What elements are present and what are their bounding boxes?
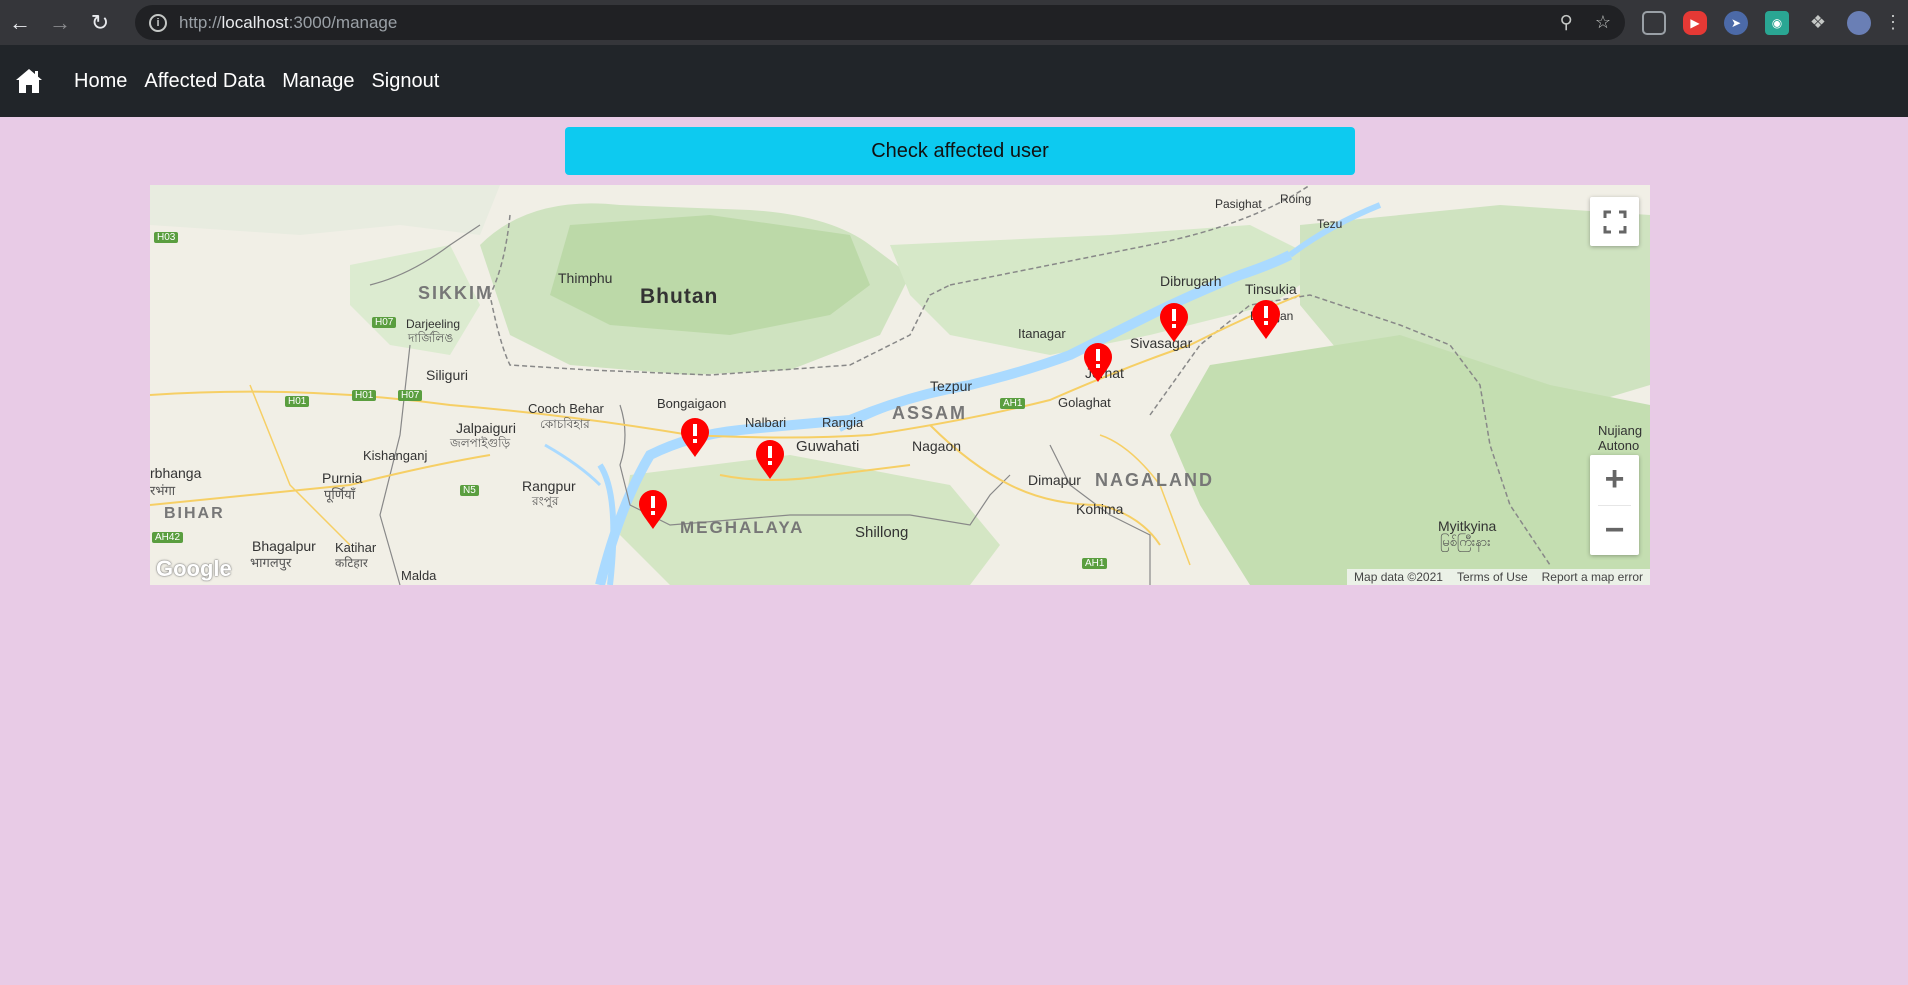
affected-marker[interactable] bbox=[680, 418, 710, 458]
label-golaghat: Golaghat bbox=[1058, 395, 1111, 410]
affected-marker[interactable] bbox=[638, 490, 668, 530]
label-rangia: Rangia bbox=[822, 415, 864, 430]
label-autono: Autono bbox=[1598, 438, 1640, 453]
nav-manage[interactable]: Manage bbox=[282, 70, 354, 93]
label-shillong: Shillong bbox=[855, 524, 909, 541]
label-kishanganj: Kishanganj bbox=[363, 448, 428, 463]
road-shield-n5: N5 bbox=[460, 485, 479, 496]
label-bhagalpur-script: भागलपुर bbox=[250, 555, 292, 570]
road-shield-ah1b: AH1 bbox=[1082, 558, 1108, 569]
google-logo[interactable]: Google bbox=[156, 556, 232, 582]
label-purnia: Purnia bbox=[322, 470, 363, 486]
label-rangpur-script: রংপুর bbox=[532, 494, 559, 508]
label-purnia-script: पूर्णियाँ bbox=[324, 487, 356, 502]
road-shield-ah1a: AH1 bbox=[1000, 398, 1026, 409]
label-cooch-behar: Cooch Behar bbox=[528, 401, 604, 416]
road-shield-h01a: H01 bbox=[285, 396, 310, 407]
zoom-out-button[interactable]: − bbox=[1590, 506, 1639, 555]
label-nalbari: Nalbari bbox=[745, 415, 787, 430]
label-meghalaya: MEGHALAYA bbox=[680, 518, 805, 537]
nav-signout[interactable]: Signout bbox=[371, 70, 439, 93]
label-kohima: Kohima bbox=[1076, 501, 1124, 517]
affected-marker[interactable] bbox=[755, 440, 785, 480]
label-nagaon: Nagaon bbox=[912, 438, 962, 454]
affected-marker[interactable] bbox=[1251, 300, 1281, 340]
label-jalpaiguri: Jalpaiguri bbox=[456, 420, 516, 436]
label-myitkyina: Myitkyina bbox=[1438, 518, 1497, 534]
label-dibrugarh: Dibrugarh bbox=[1160, 273, 1222, 289]
home-logo-icon[interactable] bbox=[0, 45, 58, 117]
label-katihar: Katihar bbox=[335, 540, 377, 555]
label-darjeeling: Darjeeling bbox=[406, 317, 461, 331]
label-thimphu: Thimphu bbox=[558, 270, 613, 286]
puzzle-extension-icon[interactable]: ❖ bbox=[1806, 11, 1830, 35]
road-shield-ah42: AH42 bbox=[152, 532, 184, 543]
zoom-in-button[interactable]: + bbox=[1590, 455, 1639, 504]
label-tezpur: Tezpur bbox=[930, 378, 973, 394]
label-tinsukia: Tinsukia bbox=[1245, 281, 1297, 297]
label-guwahati: Guwahati bbox=[796, 438, 860, 455]
extension-box-icon[interactable] bbox=[1642, 10, 1666, 35]
map-view[interactable]: Thimphu Bhutan SIKKIM Darjeeling দার্জিল… bbox=[150, 185, 1650, 585]
label-darjeeling-script: দার্জিলিঙ bbox=[408, 331, 454, 345]
label-bongaigaon: Bongaigaon bbox=[657, 396, 727, 411]
label-malda: Malda bbox=[401, 568, 437, 583]
label-pasighat: Pasighat bbox=[1215, 197, 1262, 211]
label-darbhanga: rbhanga bbox=[150, 465, 202, 481]
report-error-link[interactable]: Report a map error bbox=[1542, 570, 1643, 584]
label-darbhanga-script: रभंगा bbox=[150, 483, 176, 498]
back-icon[interactable]: ← bbox=[0, 3, 40, 43]
terms-link[interactable]: Terms of Use bbox=[1457, 570, 1528, 584]
affected-marker[interactable] bbox=[1083, 343, 1113, 383]
bookmark-star-icon[interactable]: ☆ bbox=[1595, 12, 1611, 33]
label-assam: ASSAM bbox=[892, 403, 968, 423]
app-navbar: Home Affected Data Manage Signout bbox=[0, 45, 1908, 117]
label-siliguri: Siliguri bbox=[426, 367, 469, 383]
label-bhutan: Bhutan bbox=[640, 285, 719, 308]
label-tezu: Tezu bbox=[1317, 217, 1343, 231]
extension-shield-icon[interactable]: ◉ bbox=[1765, 10, 1789, 35]
label-nujiang: Nujiang bbox=[1598, 423, 1643, 438]
zoom-control: + − bbox=[1590, 455, 1639, 555]
browser-toolbar: ← → ↻ i http://localhost:3000/manage ⚲ ☆… bbox=[0, 0, 1908, 45]
label-bhagalpur: Bhagalpur bbox=[252, 538, 316, 554]
fullscreen-button[interactable] bbox=[1590, 197, 1639, 246]
label-cooch-behar-script: কোচবিহার bbox=[540, 417, 590, 431]
address-bar[interactable]: i http://localhost:3000/manage ⚲ ☆ bbox=[135, 5, 1625, 40]
label-nagaland: NAGALAND bbox=[1095, 470, 1214, 490]
label-rangpur: Rangpur bbox=[522, 478, 576, 494]
menu-kebab-icon[interactable]: ⋮ bbox=[1884, 11, 1902, 35]
label-katihar-script: कटिहार bbox=[335, 556, 368, 570]
reload-icon[interactable]: ↻ bbox=[80, 3, 120, 43]
url-text[interactable]: http://localhost:3000/manage bbox=[179, 13, 397, 33]
road-shield-h07a: H07 bbox=[372, 317, 397, 328]
nav-home[interactable]: Home bbox=[74, 70, 127, 93]
map-data-text: Map data ©2021 bbox=[1354, 570, 1443, 584]
check-affected-user-button[interactable]: Check affected user bbox=[565, 127, 1355, 175]
avatar[interactable] bbox=[1847, 10, 1871, 35]
nav-affected-data[interactable]: Affected Data bbox=[144, 70, 265, 93]
location-pin-icon[interactable]: ⚲ bbox=[1560, 12, 1573, 33]
road-shield-h03: H03 bbox=[154, 232, 179, 243]
extension-youtube-icon[interactable]: ▶ bbox=[1683, 10, 1707, 35]
map-attribution: Map data ©2021 Terms of Use Report a map… bbox=[1347, 569, 1650, 585]
label-myitkyina-script: မြစ်ကြီးနား bbox=[1440, 534, 1491, 549]
label-jalpaiguri-script: জলপাইগুড়ি bbox=[450, 436, 511, 450]
forward-icon[interactable]: → bbox=[40, 3, 80, 43]
label-dimapur: Dimapur bbox=[1028, 472, 1081, 488]
label-sikkim: SIKKIM bbox=[418, 283, 493, 303]
info-icon[interactable]: i bbox=[149, 13, 167, 32]
road-shield-h01b: H01 bbox=[352, 390, 377, 401]
label-roing: Roing bbox=[1280, 192, 1312, 206]
fullscreen-icon bbox=[1603, 210, 1626, 233]
affected-marker[interactable] bbox=[1159, 303, 1189, 343]
label-bihar: BIHAR bbox=[164, 505, 225, 522]
road-shield-h07b: H07 bbox=[398, 390, 423, 401]
label-itanagar: Itanagar bbox=[1018, 326, 1066, 341]
extension-cursor-icon[interactable]: ➤ bbox=[1724, 10, 1748, 35]
